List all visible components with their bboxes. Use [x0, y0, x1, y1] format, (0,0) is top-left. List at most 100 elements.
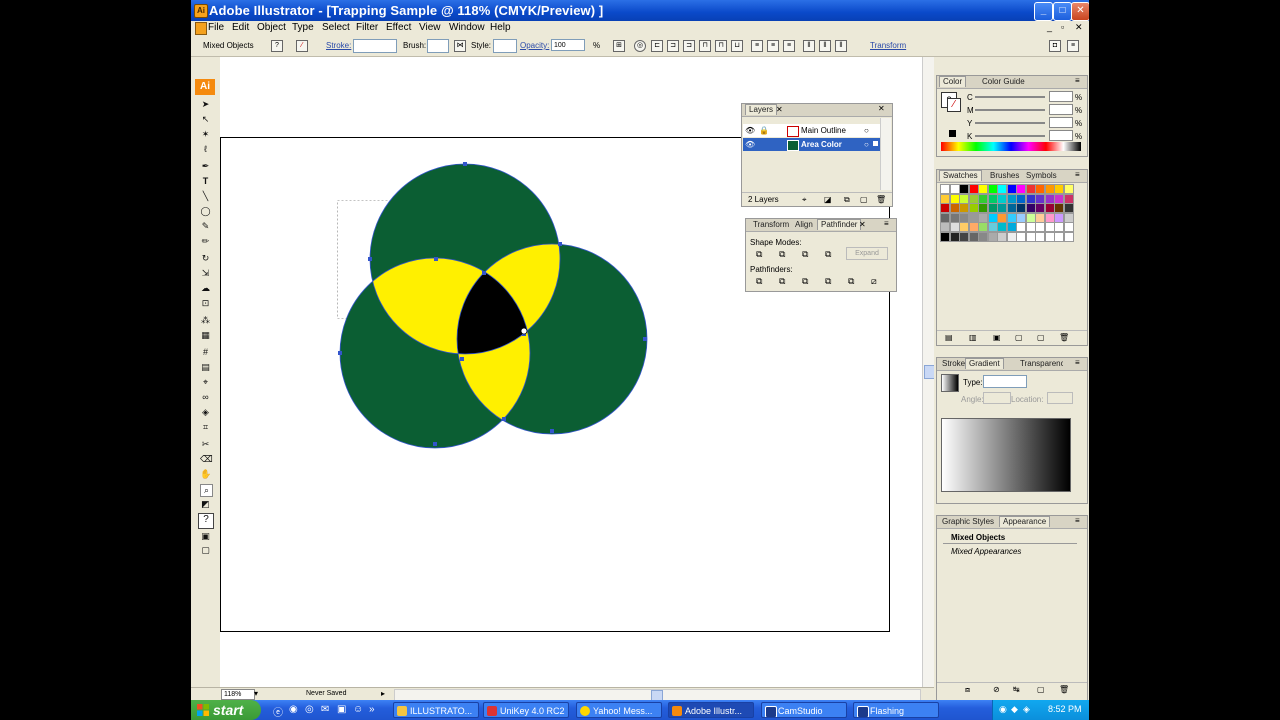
swatch-grid[interactable]	[940, 184, 1076, 244]
outline-icon[interactable]: ⧉	[848, 276, 854, 287]
gradient-type-dropdown[interactable]	[983, 375, 1027, 388]
swatch[interactable]	[987, 193, 998, 204]
recolor-icon[interactable]: ◎	[634, 40, 646, 52]
tab-swatches[interactable]: Swatches	[939, 170, 982, 181]
swatch[interactable]	[1025, 184, 1036, 194]
type-tool-icon[interactable]: T	[200, 176, 211, 187]
swatch[interactable]	[949, 203, 960, 213]
zoom-field[interactable]: 118%	[221, 689, 255, 700]
swatch[interactable]	[949, 222, 960, 232]
swatch[interactable]	[1035, 212, 1045, 223]
swatch[interactable]	[1016, 222, 1026, 232]
exclude-shape-icon[interactable]: ⧉	[825, 249, 831, 260]
lock-icon[interactable]: 🔒	[759, 126, 769, 135]
tray-security-icon[interactable]: ◈	[1023, 704, 1030, 715]
swatch[interactable]	[1016, 212, 1026, 223]
tab-align[interactable]: Align	[792, 220, 816, 230]
menu-window[interactable]: Window	[449, 22, 485, 33]
tab-color-guide[interactable]: Color Guide	[979, 77, 1028, 87]
align-bottom-icon[interactable]: ⊔	[731, 40, 743, 52]
swatch[interactable]	[959, 203, 969, 213]
doc-close-icon[interactable]: ✕	[1075, 22, 1083, 33]
brush-options-icon[interactable]: ⋈	[454, 40, 466, 52]
swatch[interactable]	[959, 184, 969, 194]
swatch[interactable]	[1054, 203, 1064, 213]
tray-volume-icon[interactable]: ◆	[1011, 704, 1018, 715]
swatch[interactable]	[940, 193, 950, 204]
tab-appearance[interactable]: Appearance	[999, 516, 1051, 527]
task-adobe-illustrator[interactable]: Adobe Illustr...	[668, 702, 754, 718]
selected-art-icon[interactable]	[873, 141, 878, 146]
slider-track-y[interactable]	[975, 122, 1045, 124]
swatch[interactable]	[1035, 184, 1045, 194]
layers-scrollbar[interactable]	[880, 118, 891, 190]
swatch[interactable]	[1006, 203, 1017, 213]
slider-input-k[interactable]	[1049, 130, 1073, 141]
swatch[interactable]	[1044, 184, 1055, 194]
pencil-tool-icon[interactable]: ✏	[200, 236, 211, 247]
swatch[interactable]	[997, 231, 1007, 242]
layers-panel-menu-icon[interactable]: ✕	[878, 104, 885, 113]
align-center-icon[interactable]: ⊐	[667, 40, 679, 52]
fill-icon[interactable]: ?	[271, 40, 283, 52]
close-button[interactable]: ✕	[1071, 2, 1089, 21]
symbol-sprayer-tool-icon[interactable]: ⁂	[200, 315, 211, 326]
reduce-appearance-icon[interactable]: ↹	[1013, 685, 1020, 694]
tab-gradient[interactable]: Gradient	[965, 358, 1004, 369]
magic-wand-tool-icon[interactable]: ✶	[200, 129, 211, 140]
swatch[interactable]	[968, 212, 979, 223]
swatch[interactable]	[968, 203, 979, 213]
swatch[interactable]	[940, 212, 950, 223]
tab-symbols[interactable]: Symbols	[1023, 171, 1060, 181]
swatch[interactable]	[997, 222, 1007, 232]
doc-restore-icon[interactable]: ▫	[1061, 22, 1064, 32]
trim-icon[interactable]: ⧉	[779, 276, 785, 287]
swatch[interactable]	[1044, 231, 1055, 242]
crop-icon[interactable]: ⧉	[825, 276, 831, 287]
slice-tool-icon[interactable]: ✂	[200, 439, 211, 450]
control-menu-icon[interactable]: ≡	[1067, 40, 1079, 52]
live-paint-tool-icon[interactable]: ◈	[200, 407, 211, 418]
menu-filter[interactable]: Filter	[356, 22, 378, 33]
slider-track-k[interactable]	[975, 135, 1045, 137]
swatch[interactable]	[997, 193, 1007, 204]
opacity-input[interactable]	[551, 39, 585, 51]
align-top-icon[interactable]: ⊓	[699, 40, 711, 52]
swatch[interactable]	[1035, 193, 1045, 204]
tray-network-icon[interactable]: ◉	[999, 704, 1007, 715]
tab-brushes[interactable]: Brushes	[987, 171, 1022, 181]
slider-input-c[interactable]	[1049, 91, 1073, 102]
swatch[interactable]	[997, 184, 1007, 194]
swatch[interactable]	[1054, 212, 1064, 223]
quicklaunch-firefox-icon[interactable]: ◉	[289, 704, 298, 715]
swatch[interactable]	[949, 193, 960, 204]
tab-stroke[interactable]: Stroke	[939, 359, 968, 369]
swatches-panel-menu-icon[interactable]: ≡	[1075, 170, 1080, 179]
subtract-shape-icon[interactable]: ⧉	[779, 249, 785, 260]
swatch[interactable]	[959, 231, 969, 242]
swatch[interactable]	[987, 222, 998, 232]
align-left-icon[interactable]: ⊏	[651, 40, 663, 52]
swatch[interactable]	[968, 222, 979, 232]
layer-name[interactable]: Main Outline	[801, 126, 846, 135]
quicklaunch-desktop-icon[interactable]: ▣	[337, 704, 346, 715]
swatch[interactable]	[1016, 193, 1026, 204]
task-camstudio[interactable]: CamStudio	[761, 702, 847, 718]
swatch[interactable]	[949, 212, 960, 223]
task-illustrator-folder[interactable]: ILLUSTRATO...	[393, 702, 479, 718]
swatch-libraries-icon[interactable]: ▤	[945, 333, 953, 342]
swatch[interactable]	[1025, 222, 1036, 232]
swatch[interactable]	[1035, 222, 1045, 232]
swatch[interactable]	[940, 184, 950, 194]
swatch[interactable]	[1044, 203, 1055, 213]
maximize-button[interactable]: □	[1053, 2, 1072, 21]
new-color-group-icon[interactable]: ▢	[1015, 333, 1023, 342]
clipping-mask-icon[interactable]: ◪	[824, 195, 832, 204]
crop-area-tool-icon[interactable]: ⌗	[200, 422, 211, 433]
swatch[interactable]	[978, 184, 988, 194]
layer-row[interactable]: 👁 Area Color ○	[743, 138, 880, 151]
swatch[interactable]	[1025, 203, 1036, 213]
swatch[interactable]	[1044, 193, 1055, 204]
swatch[interactable]	[1025, 212, 1036, 223]
fill-stroke-icon[interactable]: ?	[198, 513, 214, 529]
